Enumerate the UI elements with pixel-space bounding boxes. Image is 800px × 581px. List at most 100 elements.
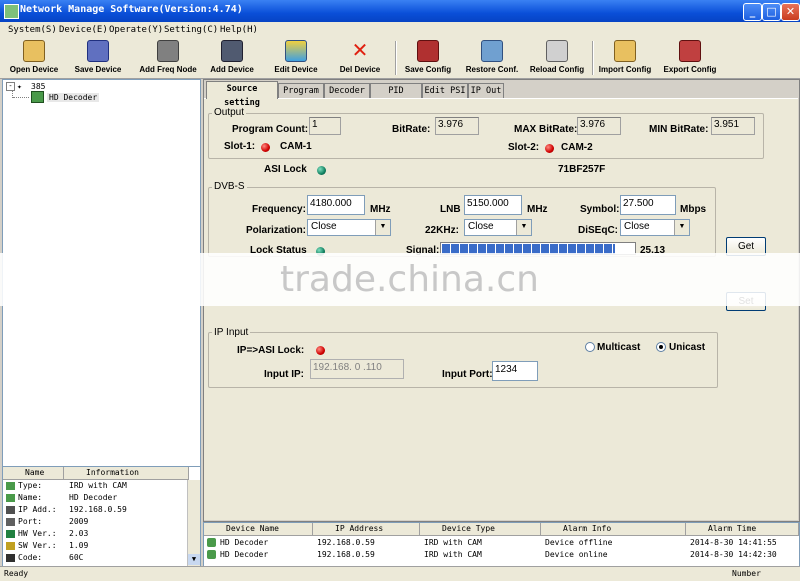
toolbar: Open Device Save Device Add Freq Node Ad… [0,38,800,79]
import-config-icon [614,40,636,62]
import-config-button[interactable]: Import Config [599,38,651,78]
alarm-header-device-type[interactable]: Device Type [420,523,541,536]
device-info-list: Name Information Type: IRD with CAM Name: H… [2,466,201,568]
alarm-cell[interactable]: 192.168.0.59 [317,550,375,559]
minimize-button[interactable]: _ [743,3,762,21]
alarm-cell[interactable]: IRD with CAM [424,538,482,547]
menu-system[interactable]: System(S) [8,25,57,35]
app-icon [4,4,19,19]
watermark-band: trade.china.cn [0,253,800,306]
slot1-status-led [261,143,270,152]
dvbs-group-label: DVB-S [212,181,247,192]
22khz-select[interactable]: Close ▼ [464,219,532,236]
add-freq-node-button[interactable]: Add Freq Node [139,38,197,78]
alarm-header-device-name[interactable]: Device Name [204,523,313,536]
frequency-input[interactable]: 4180.000 [307,195,365,215]
alarm-cell[interactable]: HD Decoder [220,550,268,559]
tab-decoder[interactable]: Decoder [324,83,370,98]
slot2-status-led [545,144,554,153]
info-header-information[interactable]: Information [64,467,189,480]
multicast-radio[interactable] [585,342,595,352]
add-device-button[interactable]: Add Device [210,38,254,78]
info-header-name[interactable]: Name [3,467,64,480]
save-device-icon [87,40,109,62]
tab-source-setting[interactable]: Source setting [206,81,278,108]
alarm-row-device-icon [207,550,216,559]
edit-device-button[interactable]: Edit Device [274,38,318,78]
open-device-button[interactable]: Open Device [10,38,58,78]
delete-icon: ✕ [351,38,369,62]
menu-operate[interactable]: Operate(Y) [109,25,163,35]
alarm-cell[interactable]: HD Decoder [220,538,268,547]
menu-help[interactable]: Help(H) [220,25,258,35]
asi-lock-led [317,166,326,175]
alarm-cell[interactable]: 2014-8-30 14:42:30 [690,550,777,559]
del-device-button[interactable]: ✕ Del Device [340,38,380,78]
status-number: Number [732,569,761,578]
22khz-label: 22KHz: [425,225,459,236]
chevron-down-icon: ▼ [375,220,390,235]
alarm-cell[interactable]: 2014-8-30 14:41:55 [690,538,777,547]
reload-config-icon [546,40,568,62]
unicast-label[interactable]: Unicast [669,342,705,353]
tab-pid-filter[interactable]: PID Filter [370,83,422,110]
alarm-header-ip-address[interactable]: IP Address [313,523,420,536]
info-scrollbar[interactable]: ▼ [187,480,200,566]
export-config-button[interactable]: Export Config [664,38,716,78]
info-row-value: 1.09 [69,541,89,550]
watermark-text: trade.china.cn [280,259,539,300]
output-group [208,113,764,159]
tab-edit-psi[interactable]: Edit PSI [422,83,468,98]
tab-program[interactable]: Program [278,83,324,98]
max-bitrate-value: 3.976 [577,117,621,135]
alarm-header-alarm-info[interactable]: Alarm Info [541,523,686,536]
slot2-value: CAM-2 [561,142,593,153]
min-bitrate-label: MIN BitRate: [649,124,709,135]
info-row-value: 2.03 [69,529,89,538]
tree-child-label[interactable]: HD Decoder [47,93,100,102]
save-config-button[interactable]: Save Config [405,38,451,78]
restore-config-button[interactable]: Restore Conf. [466,38,518,78]
maximize-button[interactable]: □ [762,3,781,21]
diseqc-select[interactable]: Close ▼ [620,219,690,236]
symbol-label: Symbol: [580,204,620,215]
input-port-field[interactable]: 1234 [492,361,538,381]
alarm-cell[interactable]: Device online [545,550,608,559]
menu-setting[interactable]: Setting(C) [164,25,218,35]
frequency-unit: MHz [370,204,391,215]
alarm-cell[interactable]: Device offline [545,538,612,547]
info-row-name: SW Ver.: [18,541,57,550]
symbol-unit: Mbps [680,204,707,215]
save-device-button[interactable]: Save Device [75,38,121,78]
restore-config-icon [481,40,503,62]
input-ip-label: Input IP: [264,369,304,380]
menu-device[interactable]: Device(E) [59,25,108,35]
alarm-cell[interactable]: IRD with CAM [424,550,482,559]
program-count-value: 1 [309,117,341,135]
device-code: 71BF257F [558,164,606,175]
bitrate-value: 3.976 [435,117,479,135]
window-title: Network Manage Software(Version:4.74) [20,4,243,15]
multicast-label[interactable]: Multicast [597,342,640,353]
unicast-radio[interactable] [656,342,666,352]
scroll-down-arrow-icon[interactable]: ▼ [188,554,200,565]
lnb-input[interactable]: 5150.000 [464,195,522,215]
polarization-select[interactable]: Close ▼ [307,219,391,236]
info-row-value: 192.168.0.59 [69,505,127,514]
symbol-input[interactable]: 27.500 [620,195,676,215]
max-bitrate-label: MAX BitRate: [514,124,578,135]
slot1-value: CAM-1 [280,141,312,152]
tree-root-label[interactable]: 385 [31,82,45,91]
alarm-header-alarm-time[interactable]: Alarm Time [686,523,799,536]
asi-lock-label: ASI Lock [264,164,307,175]
polarization-label: Polarization: [246,225,307,236]
alarm-table: Device Name IP Address Device Type Alarm… [203,522,800,568]
info-row-name: Code: [18,553,43,562]
input-ip-field[interactable]: 192.168. 0 .110 [310,359,404,379]
alarm-cell[interactable]: 192.168.0.59 [317,538,375,547]
tab-ip-out[interactable]: IP Out [468,83,504,98]
title-bar[interactable]: Network Manage Software(Version:4.74) _ … [0,0,800,22]
close-button[interactable]: ✕ [781,3,800,21]
info-row-name: Port: [18,517,43,526]
reload-config-button[interactable]: Reload Config [530,38,584,78]
